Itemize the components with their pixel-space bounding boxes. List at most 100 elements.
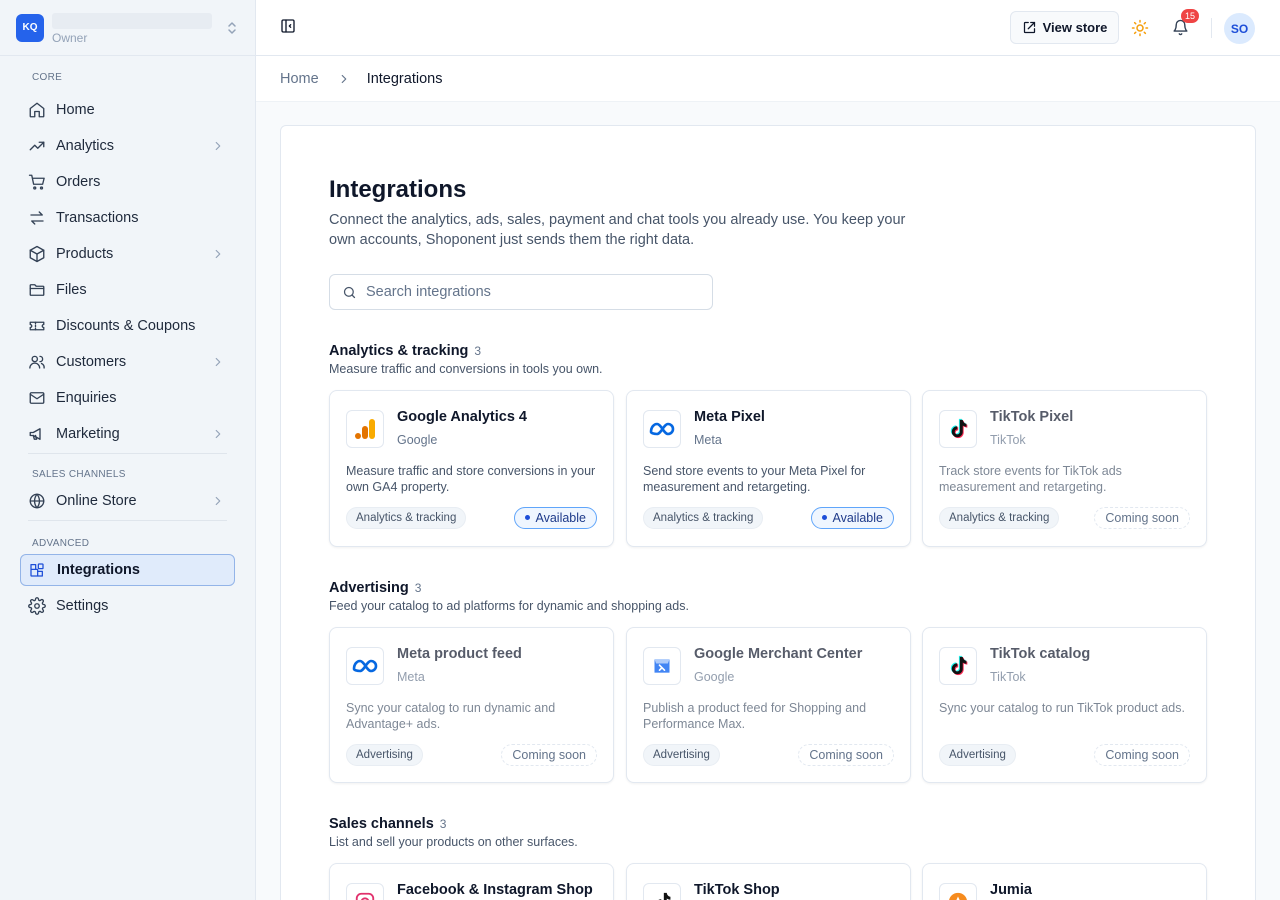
integration-name: TikTok Shop [694,882,780,898]
integration-name: TikTok catalog [990,646,1091,662]
globe-icon [28,492,46,510]
box-icon [28,245,46,263]
search-box [329,274,713,310]
integration-vendor: TikTok [990,433,1026,447]
chevron-right-icon [211,247,225,261]
section-title-text: Advertising [329,580,409,596]
sidebar-item-marketing[interactable]: Marketing [20,416,235,452]
sidebar: KQ Owner CORE Home Analytics Orders Tran… [0,0,256,900]
instagram-icon [346,883,384,900]
status-badge: Coming soon [798,744,894,766]
section-subtitle: List and sell your products on other sur… [329,835,578,849]
section-title-text: Analytics & tracking [329,343,469,359]
google-analytics-icon [346,410,384,448]
section-subtitle: Feed your catalog to ad platforms for dy… [329,599,689,613]
integration-name: Meta Pixel [694,409,765,425]
integration-card-jumia[interactable]: Jumia [922,863,1207,900]
topbar-divider [1211,18,1212,38]
chevrons-up-down-icon [225,19,239,37]
section-count: 3 [474,344,482,358]
chevron-right-icon [337,72,351,86]
sidebar-item-home[interactable]: Home [20,92,235,128]
notification-badge: 15 [1181,9,1199,23]
page-title: Integrations [329,176,467,203]
external-link-icon [1023,21,1035,34]
integration-tag: Analytics & tracking [939,507,1060,529]
sun-icon[interactable] [1131,19,1149,37]
nav-section-sales-channels: SALES CHANNELS [32,469,126,480]
home-icon [28,101,46,119]
org-role: Owner [52,30,88,45]
sidebar-item-label: Integrations [57,562,140,578]
integration-description: Measure traffic and store conversions in… [346,464,596,494]
integration-description: Publish a product feed for Shopping and … [643,701,867,731]
sidebar-item-integrations[interactable]: Integrations [20,554,235,586]
google-merchant-icon [643,647,681,685]
avatar[interactable]: SO [1224,13,1255,44]
mail-icon [28,389,46,407]
integration-card-tiktok-pixel[interactable]: TikTok Pixel TikTok Track store events f… [922,390,1207,547]
integration-name: Meta product feed [397,646,522,662]
integration-vendor: TikTok [990,670,1026,684]
search-input[interactable] [366,284,696,300]
status-badge: Available [811,507,894,529]
search-icon [343,286,356,298]
org-switcher[interactable]: KQ Owner [0,0,255,56]
sidebar-item-analytics[interactable]: Analytics [20,128,235,164]
sidebar-item-settings[interactable]: Settings [20,588,235,624]
integration-tag: Advertising [346,744,423,766]
integration-card-tiktok-shop[interactable]: TikTok Shop [626,863,911,900]
sidebar-item-transactions[interactable]: Transactions [20,200,235,236]
chevron-right-icon [211,427,225,441]
integration-description: Sync your catalog to run TikTok product … [939,701,1185,715]
integration-name: Google Merchant Center [694,646,863,662]
sidebar-item-label: Online Store [56,493,137,509]
integration-name: Facebook & Instagram Shop [397,882,593,898]
section-count: 3 [414,581,422,595]
sidebar-item-label: Files [56,282,87,298]
gear-icon [28,597,46,615]
view-store-button[interactable]: View store [1010,11,1119,44]
sidebar-item-label: Marketing [56,426,120,442]
sidebar-item-label: Discounts & Coupons [56,318,196,334]
integration-card-meta-feed[interactable]: Meta product feed Meta Sync your catalog… [329,627,614,783]
sidebar-item-discounts[interactable]: Discounts & Coupons [20,308,235,344]
integration-card-google-merchant[interactable]: Google Merchant Center Google Publish a … [626,627,911,783]
status-badge: Coming soon [1094,507,1190,529]
status-badge: Available [514,507,597,529]
integration-card-meta-pixel[interactable]: Meta Pixel Meta Send store events to you… [626,390,911,547]
section-title-advertising: Advertising 3 [329,580,421,596]
integration-card-ga4[interactable]: Google Analytics 4 Google Measure traffi… [329,390,614,547]
section-count: 3 [439,817,447,831]
integration-tag: Analytics & tracking [643,507,764,529]
status-badge: Coming soon [1094,744,1190,766]
tiktok-icon [939,410,977,448]
sidebar-item-customers[interactable]: Customers [20,344,235,380]
ticket-icon [28,317,46,335]
page-description: Connect the analytics, ads, sales, payme… [329,212,906,248]
integration-vendor: Google [694,670,735,684]
sidebar-item-label: Products [56,246,114,262]
integration-card-fb-ig-shop[interactable]: Facebook & Instagram Shop [329,863,614,900]
sidebar-item-online-store[interactable]: Online Store [20,483,235,519]
integration-name: Google Analytics 4 [397,409,527,425]
nav-section-advanced: ADVANCED [32,538,90,549]
integration-description: Track store events for TikTok ads measur… [939,464,1122,494]
sidebar-toggle-icon[interactable] [280,18,298,36]
integration-tag: Analytics & tracking [346,507,467,529]
integration-card-tiktok-catalog[interactable]: TikTok catalog TikTok Sync your catalog … [922,627,1207,783]
integration-vendor: Meta [694,433,722,447]
status-badge: Coming soon [501,744,597,766]
integration-vendor: Google [397,433,438,447]
integration-name: Jumia [990,882,1032,898]
chevron-right-icon [211,139,225,153]
integration-name: TikTok Pixel [990,409,1074,425]
view-store-label: View store [1042,20,1108,35]
breadcrumb-home[interactable]: Home [280,71,319,87]
megaphone-icon [28,425,46,443]
sidebar-item-products[interactable]: Products [20,236,235,272]
sidebar-item-files[interactable]: Files [20,272,235,308]
integration-vendor: Meta [397,670,425,684]
sidebar-item-orders[interactable]: Orders [20,164,235,200]
sidebar-item-enquiries[interactable]: Enquiries [20,380,235,416]
